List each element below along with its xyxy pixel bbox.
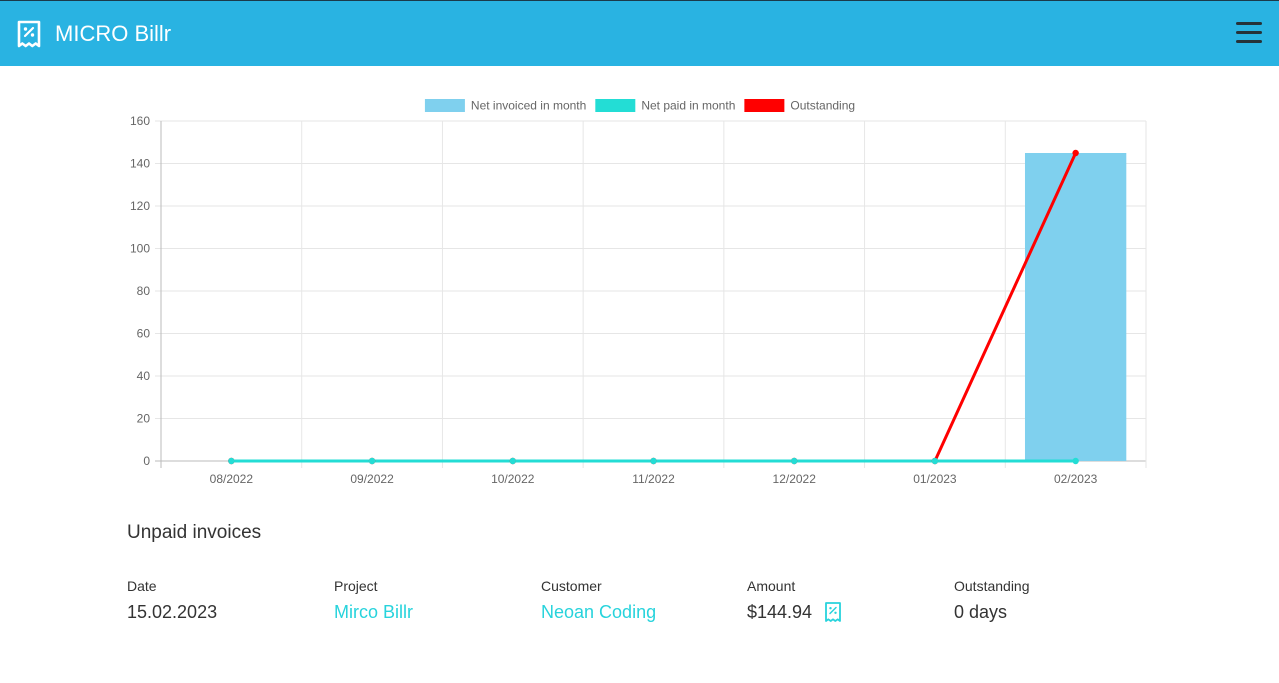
legend-label: Outstanding: [790, 99, 855, 113]
hamburger-icon-bar: [1236, 31, 1262, 34]
column-header-outstanding: Outstanding: [954, 578, 1030, 594]
y-tick-label: 60: [137, 327, 151, 341]
x-tick-label: 09/2022: [350, 472, 394, 486]
legend-swatch: [424, 99, 465, 112]
hamburger-icon: [1236, 22, 1262, 25]
invoice-outstanding: 0 days: [954, 602, 1008, 622]
column-date: Date 15.02.2023: [127, 578, 217, 623]
y-tick-label: 160: [130, 114, 150, 128]
receipt-percent-icon[interactable]: [824, 601, 842, 623]
column-customer: Customer Neoan Coding: [541, 578, 656, 623]
section-title-unpaid-invoices: Unpaid invoices: [127, 522, 262, 543]
x-tick-label: 10/2022: [491, 472, 535, 486]
invoice-chart: 0 20 40 60 80 100 120 140 160 08/2022 09/2022 10/20…: [0, 66, 1279, 496]
series-point: [650, 457, 657, 465]
app-title: MICRO Billr: [55, 21, 172, 46]
column-header-amount: Amount: [747, 578, 796, 594]
top-navbar: MICRO Billr: [0, 0, 1279, 66]
series-point: [931, 457, 939, 465]
x-tick-label: 08/2022: [210, 472, 254, 486]
legend-swatch: [744, 99, 785, 112]
y-tick-label: 140: [130, 157, 150, 171]
x-tick-label: 01/2023: [913, 472, 957, 486]
receipt-percent-icon: [17, 20, 41, 48]
hamburger-menu-button[interactable]: [1236, 21, 1262, 45]
series-point: [791, 457, 798, 465]
legend-label: Net paid in month: [641, 99, 735, 113]
invoice-amount-cell: $144.94: [747, 601, 842, 623]
x-tick-label: 11/2022: [632, 472, 675, 486]
column-header-project: Project: [334, 578, 378, 594]
x-tick-label: 02/2023: [1054, 472, 1098, 486]
y-tick-label: 80: [137, 284, 151, 298]
y-tick-label: 120: [130, 199, 150, 213]
series-point: [368, 457, 376, 465]
y-tick-label: 20: [137, 412, 151, 426]
y-tick-label: 40: [137, 369, 151, 383]
x-tick-label: 12/2022: [773, 472, 817, 486]
column-header-date: Date: [127, 578, 157, 594]
invoice-customer-link[interactable]: Neoan Coding: [541, 601, 656, 623]
invoice-project-link[interactable]: Mirco Billr: [334, 601, 413, 623]
y-tick-label: 0: [143, 454, 150, 468]
invoice-date: 15.02.2023: [127, 602, 218, 622]
chart-bar: [1024, 153, 1127, 461]
hamburger-icon-bar: [1236, 40, 1262, 43]
series-point: [1072, 149, 1079, 157]
series-point: [228, 457, 235, 465]
series-point: [1072, 457, 1079, 465]
legend-label: Net invoiced in month: [471, 99, 586, 113]
column-header-customer: Customer: [541, 578, 602, 594]
y-tick-label: 100: [130, 242, 150, 256]
column-project: Project Mirco Billr: [334, 578, 413, 623]
chart-svg: 0 20 40 60 80 100 120 140 160 08/2022 09/2022 10/20…: [130, 99, 1147, 486]
series-line: [231, 152, 1078, 463]
brand-link[interactable]: MICRO Billr: [16, 18, 171, 50]
column-outstanding: Outstanding 0 days: [954, 578, 1030, 623]
series-point: [509, 457, 516, 465]
legend-swatch: [595, 99, 636, 112]
unpaid-invoices-table: Date 15.02.2023 Project Mirco Billr Cust…: [127, 578, 1147, 628]
invoice-amount: $144.94: [747, 602, 813, 622]
column-amount: Amount $144.94: [747, 578, 842, 623]
